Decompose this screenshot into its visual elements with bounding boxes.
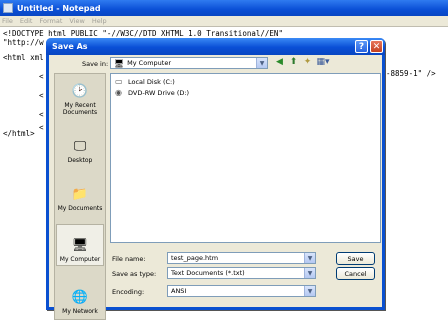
notepad-menubar: File Edit Format View Help (0, 16, 448, 27)
encoding-label: Encoding: (112, 288, 145, 296)
notepad-icon (3, 3, 13, 13)
new-folder-icon[interactable]: ✦ (302, 57, 313, 68)
save-as-type-value: Text Documents (*.txt) (171, 269, 245, 277)
desktop-icon: 🖵 (73, 138, 87, 154)
dialog-title: Save As (52, 42, 88, 51)
save-as-dialog: Save As ? ✕ Save in: 🖥 My Computer ▼ ◀ ⬆… (46, 38, 385, 320)
chevron-down-icon: ▼ (304, 286, 315, 296)
computer-icon: 🖥 (114, 58, 125, 68)
notepad-titlebar: Untitled - Notepad (0, 0, 448, 16)
save-button[interactable]: Save (336, 252, 375, 265)
place-my-documents[interactable]: 📁 My Documents (56, 174, 104, 214)
menu-view[interactable]: View (69, 17, 84, 25)
place-my-recent-documents[interactable]: 🕑 My Recent Documents (56, 78, 104, 118)
place-label: Desktop (67, 157, 93, 164)
views-menu-icon[interactable]: ▦▾ (316, 57, 330, 68)
editor-line: < (39, 91, 44, 100)
places-bar: 🕑 My Recent Documents 🖵 Desktop 📁 My Doc… (54, 73, 106, 320)
encoding-dropdown[interactable]: ANSI ▼ (167, 285, 316, 297)
my-network-icon: 🌐 (71, 289, 89, 305)
list-item[interactable]: ▭ Local Disk (C:) (115, 77, 175, 87)
encoding-value: ANSI (171, 287, 187, 295)
place-desktop[interactable]: 🖵 Desktop (56, 126, 104, 166)
editor-line: < (39, 110, 44, 119)
save-as-type-label: Save as type: (112, 270, 157, 278)
editor-line: < (39, 72, 44, 81)
chevron-down-icon: ▼ (304, 253, 315, 263)
close-button[interactable]: ✕ (370, 40, 383, 53)
editor-line: "http://w (3, 38, 44, 47)
list-item[interactable]: ◉ DVD-RW Drive (D:) (115, 88, 190, 98)
dvd-drive-icon: ◉ (115, 88, 122, 97)
editor-line: <html xml (3, 53, 44, 62)
editor-line: < (39, 123, 44, 132)
menu-edit[interactable]: Edit (20, 17, 33, 25)
recent-documents-icon: 🕑 (71, 83, 89, 99)
file-name-value: test_page.htm (171, 254, 219, 262)
hard-disk-icon: ▭ (115, 77, 123, 86)
editor-line: -8859-1" /> (386, 69, 436, 78)
cancel-button[interactable]: Cancel (336, 267, 375, 280)
place-label: My Documents (57, 205, 103, 212)
file-name-input[interactable]: test_page.htm ▼ (167, 252, 316, 264)
save-in-value: My Computer (127, 59, 171, 67)
editor-line: </html> (3, 129, 35, 138)
up-folder-icon[interactable]: ⬆ (288, 57, 299, 68)
menu-format[interactable]: Format (39, 17, 62, 25)
place-my-computer[interactable]: 🖥 My Computer (56, 224, 104, 266)
file-label: Local Disk (C:) (128, 78, 175, 86)
my-computer-icon: 🖥 (71, 237, 89, 253)
save-in-label: Save in: (82, 60, 109, 68)
chevron-down-icon: ▼ (304, 268, 315, 278)
place-my-network[interactable]: 🌐 My Network (56, 277, 104, 317)
help-button[interactable]: ? (355, 40, 368, 53)
place-label: My Computer (59, 256, 101, 263)
chevron-down-icon: ▼ (256, 58, 267, 68)
save-in-dropdown[interactable]: 🖥 My Computer ▼ (110, 57, 268, 69)
menu-file[interactable]: File (2, 17, 13, 25)
place-label: My Recent Documents (62, 102, 98, 116)
file-name-label: File name: (112, 255, 146, 263)
notepad-title: Untitled - Notepad (17, 3, 101, 13)
file-list[interactable]: ▭ Local Disk (C:) ◉ DVD-RW Drive (D:) (110, 73, 381, 243)
back-icon[interactable]: ◀ (274, 57, 285, 68)
file-label: DVD-RW Drive (D:) (128, 89, 190, 97)
menu-help[interactable]: Help (92, 17, 107, 25)
save-as-type-dropdown[interactable]: Text Documents (*.txt) ▼ (167, 267, 316, 279)
place-label: My Network (62, 308, 98, 315)
dialog-titlebar: Save As ? ✕ (46, 38, 385, 55)
my-documents-icon: 📁 (71, 186, 89, 202)
